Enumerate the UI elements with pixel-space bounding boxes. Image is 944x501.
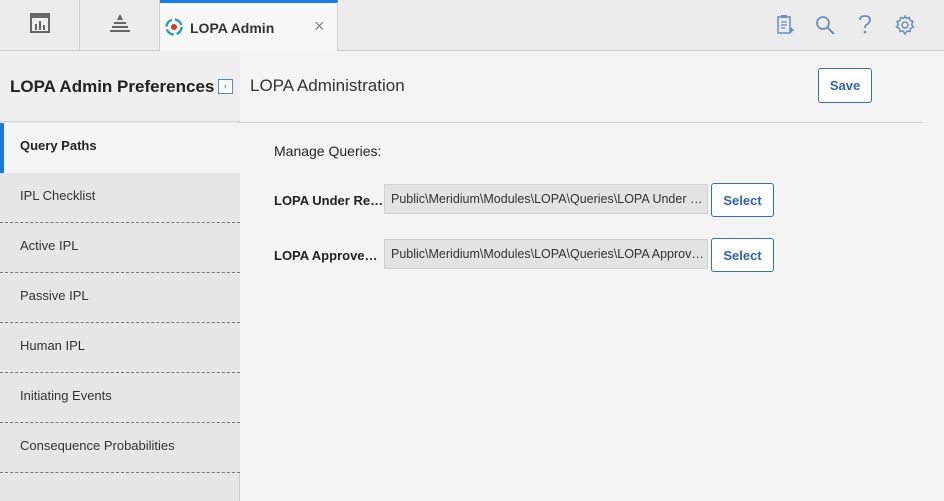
select-button-under-review[interactable]: Select xyxy=(711,183,774,217)
sidebar-item-human-ipl[interactable]: Human IPL xyxy=(0,323,240,373)
dashboard-tab[interactable] xyxy=(0,0,80,50)
query-path-field-approved: Public\Meridium\Modules\LOPA\Queries\LOP… xyxy=(384,239,708,269)
sidebar-item-label: Active IPL xyxy=(20,238,79,253)
help-icon[interactable] xyxy=(853,13,877,37)
query-path-field-under-review: Public\Meridium\Modules\LOPA\Queries\LOP… xyxy=(384,184,708,214)
manage-queries-label: Manage Queries: xyxy=(274,143,382,159)
sidebar-item-active-ipl[interactable]: Active IPL xyxy=(0,223,240,273)
save-button[interactable]: Save xyxy=(818,68,872,103)
page-title: LOPA Administration xyxy=(250,76,405,95)
clipboard-add-icon[interactable] xyxy=(773,13,797,37)
dashboard-icon xyxy=(29,12,51,39)
sidebar-item-consequence-probabilities[interactable]: Consequence Probabilities xyxy=(0,423,240,473)
select-button-approved[interactable]: Select xyxy=(711,238,774,272)
sidebar-item-label: Human IPL xyxy=(20,338,86,353)
top-bar: LOPA Admin × xyxy=(0,0,944,51)
close-icon[interactable]: × xyxy=(314,17,325,35)
sidebar-list: Query Paths IPL Checklist Active IPL Pas… xyxy=(0,123,240,473)
sidebar-item-query-paths[interactable]: Query Paths xyxy=(0,123,240,173)
sidebar-title: LOPA Admin Preferences xyxy=(10,77,215,96)
sidebar-header: LOPA Admin Preferences ‹ xyxy=(0,51,240,122)
sidebar-item-label: Query Paths xyxy=(20,138,97,153)
gear-icon[interactable] xyxy=(893,13,917,37)
divider xyxy=(240,122,922,123)
collapse-sidebar-button[interactable]: ‹ xyxy=(218,79,233,94)
sidebar-item-initiating-events[interactable]: Initiating Events xyxy=(0,373,240,423)
query-label-approved: LOPA Approved Q... xyxy=(274,248,384,263)
navigation-tab[interactable] xyxy=(80,0,160,50)
query-label-under-review: LOPA Under Revi... xyxy=(274,193,384,208)
tab-label: LOPA Admin xyxy=(190,20,275,36)
sidebar-item-label: Passive IPL xyxy=(20,288,89,303)
sidebar-item-label: IPL Checklist xyxy=(20,188,96,203)
lopa-icon xyxy=(164,17,184,42)
search-icon[interactable] xyxy=(813,13,837,37)
tab-lopa-admin[interactable]: LOPA Admin × xyxy=(160,0,338,51)
sidebar-item-label: Consequence Probabilities xyxy=(20,438,175,453)
sidebar-item-label: Initiating Events xyxy=(20,388,112,403)
sidebar: LOPA Admin Preferences ‹ Query Paths IPL… xyxy=(0,51,240,501)
sidebar-item-ipl-checklist[interactable]: IPL Checklist xyxy=(0,173,240,223)
sidebar-item-passive-ipl[interactable]: Passive IPL xyxy=(0,273,240,323)
pyramid-icon xyxy=(108,12,132,39)
